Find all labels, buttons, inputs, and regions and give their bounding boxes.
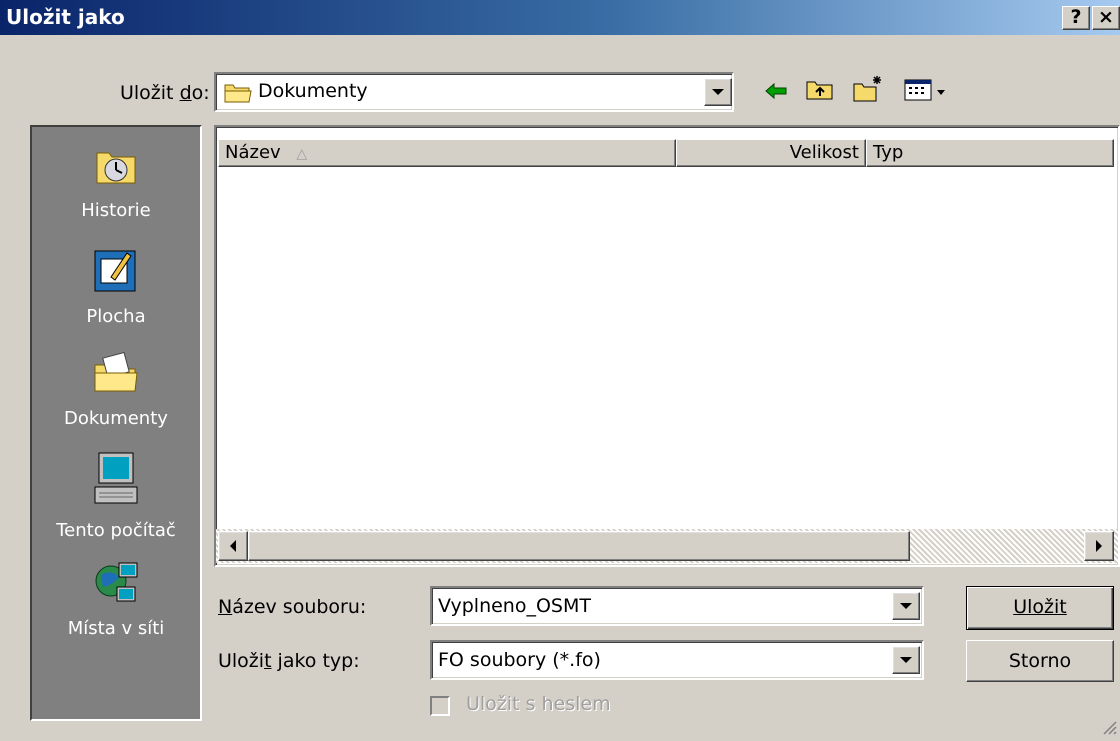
history-icon bbox=[32, 139, 200, 194]
filename-label: Název souboru: bbox=[218, 596, 367, 618]
folder-icon bbox=[224, 80, 252, 109]
title-bar[interactable]: Uložit jako ? × bbox=[0, 0, 1120, 35]
scroll-left-button[interactable] bbox=[218, 531, 248, 561]
filetype-value: FO soubory (*.fo) bbox=[438, 649, 601, 671]
filename-combo[interactable]: Vyplneno_OSMT bbox=[430, 586, 924, 626]
chevron-down-icon bbox=[712, 89, 724, 95]
column-header-size[interactable]: Velikost bbox=[676, 139, 866, 167]
place-my-computer[interactable]: Tento počítač bbox=[32, 449, 200, 541]
save-button[interactable]: Uložit bbox=[966, 586, 1114, 630]
filetype-select[interactable]: FO soubory (*.fo) bbox=[430, 640, 924, 680]
back-arrow-icon[interactable] bbox=[764, 80, 790, 107]
view-menu-icon[interactable] bbox=[903, 78, 953, 107]
filename-dropdown-button[interactable] bbox=[892, 592, 920, 620]
documents-icon bbox=[32, 347, 200, 402]
scrollbar-thumb[interactable] bbox=[248, 531, 910, 561]
place-history[interactable]: Historie bbox=[32, 139, 200, 221]
desktop-icon bbox=[32, 245, 200, 300]
column-header-type[interactable]: Typ bbox=[866, 139, 1114, 167]
place-network[interactable]: Místa v síti bbox=[32, 557, 200, 639]
help-button[interactable]: ? bbox=[1062, 6, 1090, 30]
close-button[interactable]: × bbox=[1092, 6, 1120, 30]
location-dropdown-button[interactable] bbox=[704, 78, 732, 106]
network-places-icon bbox=[32, 557, 200, 612]
my-computer-icon bbox=[32, 449, 200, 514]
column-header-name[interactable]: Název △ bbox=[218, 139, 676, 167]
resize-grip-icon[interactable] bbox=[1098, 716, 1118, 741]
file-list[interactable]: Název △ Velikost Typ bbox=[214, 125, 1120, 567]
filetype-dropdown-button[interactable] bbox=[892, 646, 920, 674]
save-in-label: Uložit do: bbox=[120, 82, 210, 104]
filename-value[interactable]: Vyplneno_OSMT bbox=[438, 595, 591, 617]
cancel-button[interactable]: Storno bbox=[966, 640, 1114, 682]
location-combo[interactable]: Dokumenty bbox=[214, 72, 734, 112]
chevron-down-icon bbox=[900, 603, 912, 609]
save-with-password-label: Uložit s heslem bbox=[466, 693, 611, 715]
place-desktop[interactable]: Plocha bbox=[32, 245, 200, 327]
chevron-down-icon bbox=[900, 657, 912, 663]
places-bar: Historie Plocha Dokumenty Tento počítač … bbox=[30, 125, 202, 721]
up-folder-icon[interactable] bbox=[805, 76, 835, 107]
place-documents[interactable]: Dokumenty bbox=[32, 347, 200, 429]
window-title: Uložit jako bbox=[6, 5, 125, 29]
horizontal-scrollbar[interactable] bbox=[216, 529, 1118, 563]
new-folder-icon[interactable] bbox=[852, 74, 884, 109]
save-with-password-checkbox[interactable] bbox=[430, 696, 450, 716]
scroll-right-button[interactable] bbox=[1084, 531, 1114, 561]
right-arrow-icon bbox=[1096, 540, 1102, 552]
left-arrow-icon bbox=[230, 540, 236, 552]
filetype-label: Uložit jako typ: bbox=[218, 650, 360, 672]
sort-ascending-icon: △ bbox=[296, 146, 308, 162]
location-value: Dokumenty bbox=[258, 80, 368, 102]
